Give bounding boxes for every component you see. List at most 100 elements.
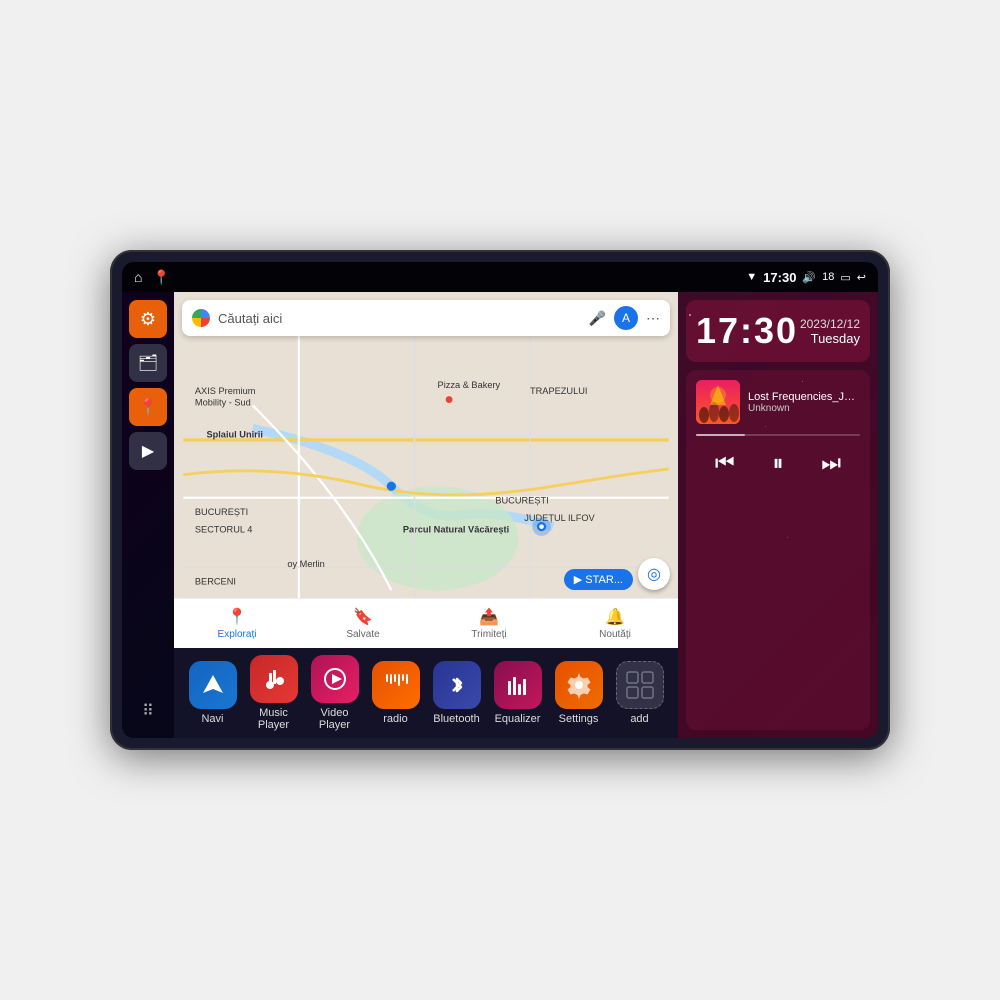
video-player-icon (311, 655, 359, 703)
battery-icon: ▭ (840, 271, 850, 284)
music-widget: Lost Frequencies_Janie... Unknown ⏮ ⏸ ⏭ (686, 370, 870, 730)
app-radio[interactable]: radio (365, 661, 426, 725)
app-settings[interactable]: Settings (548, 661, 609, 725)
app-music-player[interactable]: Music Player (243, 655, 304, 731)
map-container[interactable]: Căutați aici 🎤 A ⋯ Parcul Natural Văc (174, 292, 678, 648)
explore-icon: 📍 (227, 607, 247, 627)
sidebar-nav-btn[interactable]: ▶ (129, 432, 167, 470)
radio-icon (372, 661, 420, 709)
music-progress-bar[interactable] (696, 434, 860, 436)
mic-icon[interactable]: 🎤 (589, 310, 606, 327)
status-time: 17:30 (763, 270, 796, 285)
files-icon: 🗂 (138, 353, 158, 373)
svg-text:Splaiul Unirii: Splaiul Unirii (206, 430, 262, 440)
news-label: Noutăți (599, 629, 631, 640)
add-icon (616, 661, 664, 709)
app-equalizer[interactable]: Equalizer (487, 661, 548, 725)
clock-time: 17:30 (696, 310, 798, 352)
map-nav-send[interactable]: 📤 Trimiteți (426, 607, 552, 640)
music-text: Lost Frequencies_Janie... Unknown (748, 391, 860, 414)
navi-label: Navi (201, 713, 223, 725)
sidebar-maps-btn[interactable]: 📍 (129, 388, 167, 426)
map-nav-saved[interactable]: 🔖 Salvate (300, 607, 426, 640)
svg-text:Mobility - Sud: Mobility - Sud (195, 397, 251, 407)
arrow-icon: ▶ (142, 441, 154, 461)
home-icon[interactable]: ⌂ (134, 269, 142, 285)
map-nav-news[interactable]: 🔔 Noutăți (552, 607, 678, 640)
svg-text:BUCUREȘTI: BUCUREȘTI (195, 507, 248, 517)
left-sidebar: ⚙ 🗂 📍 ▶ ⠿ (122, 292, 174, 738)
svg-text:Parcul Natural Văcărești: Parcul Natural Văcărești (403, 524, 509, 534)
next-button[interactable]: ⏭ (813, 446, 849, 480)
map-search-bar[interactable]: Căutați aici 🎤 A ⋯ (182, 300, 670, 336)
map-settings-icon[interactable]: ⋯ (646, 310, 660, 327)
pause-button[interactable]: ⏸ (764, 446, 791, 480)
music-artist: Unknown (748, 403, 860, 414)
music-controls: ⏮ ⏸ ⏭ (696, 446, 860, 480)
clock-date-year: 2023/12/12 (800, 317, 860, 331)
google-logo (192, 309, 210, 327)
account-icon[interactable]: A (614, 306, 638, 330)
grid-icon: ⠿ (142, 701, 154, 721)
video-player-label: Video Player (304, 707, 365, 731)
app-navi[interactable]: Navi (182, 661, 243, 725)
album-art (696, 380, 740, 424)
clock-date: 2023/12/12 Tuesday (800, 317, 860, 346)
right-panel: 17:30 2023/12/12 Tuesday (678, 292, 878, 738)
sidebar-settings-btn[interactable]: ⚙ (129, 300, 167, 338)
send-icon: 📤 (479, 607, 499, 627)
status-bar: ⌂ 📍 ▼ 17:30 🔊 18 ▭ ↩ (122, 262, 878, 292)
start-button[interactable]: ▶ STAR... (564, 569, 633, 590)
clock-widget: 17:30 2023/12/12 Tuesday (686, 300, 870, 362)
main-content: ⚙ 🗂 📍 ▶ ⠿ (122, 292, 878, 738)
device-frame: ⌂ 📍 ▼ 17:30 🔊 18 ▭ ↩ (110, 250, 890, 750)
svg-text:TRAPEZULUI: TRAPEZULUI (530, 386, 587, 396)
sidebar-files-btn[interactable]: 🗂 (129, 344, 167, 382)
location-fab[interactable]: ◎ (638, 558, 670, 590)
radio-label: radio (383, 713, 407, 725)
app-video-player[interactable]: Video Player (304, 655, 365, 731)
svg-text:BERCENI: BERCENI (195, 576, 236, 586)
svg-text:oy Merlin: oy Merlin (287, 559, 324, 569)
maps-status-icon[interactable]: 📍 (152, 269, 169, 286)
navi-icon (189, 661, 237, 709)
explore-label: Explorați (218, 629, 257, 640)
equalizer-label: Equalizer (495, 713, 541, 725)
svg-text:BUCUREȘTI: BUCUREȘTI (495, 496, 548, 506)
send-label: Trimiteți (471, 629, 506, 640)
music-title: Lost Frequencies_Janie... (748, 391, 860, 403)
settings-icon: ⚙ (140, 309, 156, 330)
clock-date-day: Tuesday (800, 331, 860, 346)
saved-icon: 🔖 (353, 607, 373, 627)
music-player-icon (250, 655, 298, 703)
music-player-label: Music Player (243, 707, 304, 731)
map-nav-explore[interactable]: 📍 Explorați (174, 607, 300, 640)
map-search-input[interactable]: Căutați aici (218, 311, 581, 326)
svg-text:Pizza & Bakery: Pizza & Bakery (438, 380, 501, 390)
prev-button[interactable]: ⏮ (707, 446, 743, 480)
sidebar-grid-btn[interactable]: ⠿ (129, 692, 167, 730)
volume-icon: 🔊 (802, 271, 816, 284)
bluetooth-icon (433, 661, 481, 709)
map-bottom-nav: 📍 Explorați 🔖 Salvate 📤 Trimiteți 🔔 Nout… (174, 598, 678, 648)
map-pin-icon: 📍 (138, 397, 158, 417)
back-icon[interactable]: ↩ (857, 271, 866, 284)
music-info: Lost Frequencies_Janie... Unknown (696, 380, 860, 424)
settings-app-label: Settings (559, 713, 599, 725)
svg-text:SECTORUL 4: SECTORUL 4 (195, 524, 252, 534)
add-label: add (630, 713, 648, 725)
svg-text:AXIS Premium: AXIS Premium (195, 386, 256, 396)
app-bluetooth[interactable]: Bluetooth (426, 661, 487, 725)
news-icon: 🔔 (605, 607, 625, 627)
app-dock: Navi Music Player Video Player (174, 648, 678, 738)
map-area: Căutați aici 🎤 A ⋯ Parcul Natural Văc (174, 292, 678, 738)
equalizer-icon (494, 661, 542, 709)
saved-label: Salvate (346, 629, 379, 640)
device-screen: ⌂ 📍 ▼ 17:30 🔊 18 ▭ ↩ (122, 262, 878, 738)
settings-app-icon (555, 661, 603, 709)
bluetooth-label: Bluetooth (433, 713, 479, 725)
app-add[interactable]: add (609, 661, 670, 725)
music-progress-fill (696, 434, 745, 436)
battery-level: 18 (822, 271, 834, 283)
wifi-icon: ▼ (746, 271, 757, 283)
